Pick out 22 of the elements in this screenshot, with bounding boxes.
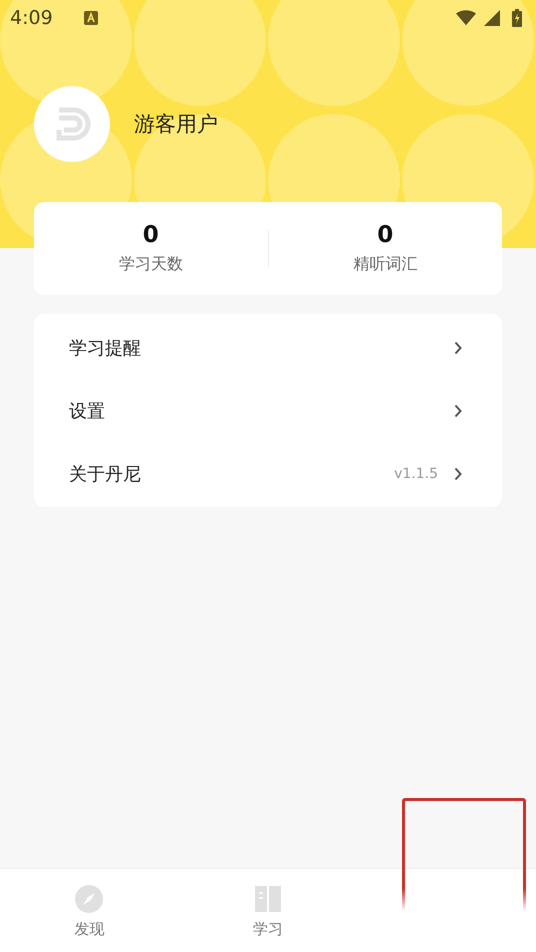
- signal-icon: [482, 10, 502, 26]
- menu-item[interactable]: 设置: [34, 379, 502, 442]
- wifi-icon: [456, 10, 476, 26]
- chevron-right-icon: [454, 404, 462, 418]
- stat-value: 0: [377, 222, 394, 248]
- stat-value: 0: [142, 222, 159, 248]
- chevron-right-icon: [454, 466, 462, 480]
- stat-label: 学习天数: [118, 254, 183, 275]
- battery-icon: [512, 9, 522, 27]
- stat-label: 精听词汇: [353, 254, 418, 275]
- tab-button[interactable]: 发现: [0, 869, 179, 952]
- keyboard-icon: [82, 10, 99, 26]
- book-icon: [254, 885, 282, 913]
- compass-icon: [75, 885, 104, 913]
- status-time: 4:09: [10, 7, 53, 29]
- user-name[interactable]: 游客用户: [134, 110, 218, 138]
- logo-avatar[interactable]: [34, 86, 110, 162]
- chevron-right-icon: [454, 340, 462, 354]
- menu-item[interactable]: 关于丹尼 v1.1.5: [34, 442, 502, 505]
- version-text: v1.1.5: [394, 466, 438, 482]
- menu-item[interactable]: 学习提醒: [34, 316, 502, 379]
- tab-button[interactable]: 学习: [178, 869, 358, 952]
